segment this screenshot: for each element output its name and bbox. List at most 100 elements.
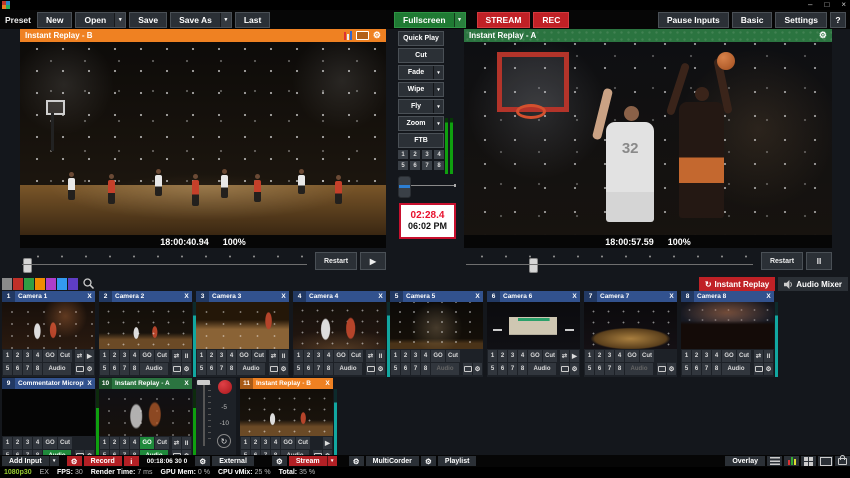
transition-number-button[interactable]: 2 — [595, 350, 604, 362]
transition-number-button[interactable]: 2 — [251, 437, 260, 449]
stream-indicator-button[interactable]: STREAM — [477, 12, 531, 28]
transition-number-button[interactable]: 1 — [682, 350, 691, 362]
transition-number-button[interactable]: 6 — [692, 363, 701, 375]
transition-number-button[interactable]: 2 — [110, 350, 119, 362]
monitor-icon[interactable] — [366, 363, 375, 375]
input-titlebar[interactable]: 11 Instant Replay - B X — [240, 378, 333, 389]
monitor-icon[interactable] — [754, 363, 763, 375]
overlay-button[interactable]: Overlay — [725, 456, 765, 466]
gear-icon[interactable]: ⚙ — [376, 363, 385, 375]
transition-number-button[interactable]: 3 — [23, 437, 32, 449]
transition-number-button[interactable]: 3 — [314, 350, 323, 362]
close-icon[interactable]: X — [181, 380, 192, 387]
color-swatch[interactable] — [46, 278, 56, 290]
go-button[interactable]: GO — [722, 350, 736, 362]
transition-number-button[interactable]: 8 — [227, 363, 236, 375]
play-icon[interactable]: ▶ — [323, 437, 332, 449]
add-input-button[interactable]: Add Input▾ — [2, 456, 59, 466]
transition-number-button[interactable]: 5 — [294, 363, 303, 375]
transition-number-button[interactable]: 7 — [314, 363, 323, 375]
audio-meters-icon[interactable] — [784, 456, 799, 466]
open-button[interactable]: Open▾ — [75, 12, 126, 28]
input-tile[interactable]: 11 Instant Replay - B X 1234GOCut▶ 5678A… — [240, 378, 333, 464]
loop-icon[interactable]: ⇄ — [269, 350, 278, 362]
go-button[interactable]: GO — [43, 350, 57, 362]
fullscreen-dropdown[interactable]: ▾ — [454, 13, 465, 27]
transition-number-button[interactable]: 5 — [585, 363, 594, 375]
loop-icon[interactable]: ⇄ — [172, 437, 181, 449]
transition-number-button[interactable]: 6 — [110, 363, 119, 375]
audio-button[interactable]: Audio — [528, 363, 556, 375]
cut-button[interactable]: Cut — [252, 350, 266, 362]
input-tile[interactable]: 1 Camera 1 X 1234GOCut⇄▶ 5678Audio⚙ — [2, 291, 95, 377]
transition-number-button[interactable]: 3 — [120, 437, 129, 449]
color-swatch[interactable] — [24, 278, 34, 290]
transition-number-button[interactable]: 3 — [702, 350, 711, 362]
input-titlebar[interactable]: 4 Camera 4 X — [293, 291, 386, 302]
loop-icon[interactable]: ⇄ — [366, 350, 375, 362]
fly-button[interactable]: Fly▾ — [398, 99, 444, 114]
zoom-button[interactable]: Zoom▾ — [398, 116, 444, 131]
transition-number-button[interactable]: 1 — [391, 350, 400, 362]
settings-button[interactable]: Settings — [775, 12, 827, 28]
open-dropdown[interactable]: ▾ — [114, 13, 125, 27]
save-button[interactable]: Save — [129, 12, 167, 28]
color-swatch[interactable] — [57, 278, 67, 290]
transition-number-button[interactable]: 4 — [33, 437, 42, 449]
transition-number-button[interactable]: 2 — [207, 350, 216, 362]
transition-number-button[interactable]: 8 — [615, 363, 624, 375]
audio-button[interactable]: Audio — [43, 363, 71, 375]
fullscreen-monitor-icon[interactable] — [818, 456, 833, 466]
quick-play-button[interactable]: Quick Play — [398, 31, 444, 46]
transition-number-button[interactable]: 1 — [3, 350, 12, 362]
transition-number-button[interactable]: 7 — [702, 363, 711, 375]
transition-number-button[interactable]: 3 — [508, 350, 517, 362]
transition-number-button[interactable]: 3 — [411, 350, 420, 362]
pause-icon[interactable]: II — [279, 350, 288, 362]
pause-icon[interactable]: II — [376, 350, 385, 362]
transition-number-button[interactable]: 7 — [605, 363, 614, 375]
input-titlebar[interactable]: 5 Camera 5 X — [390, 291, 483, 302]
pause-button[interactable]: II — [806, 252, 832, 270]
transition-number-button[interactable]: 5 — [197, 363, 206, 375]
transition-number-button[interactable]: 8 — [421, 363, 430, 375]
monitor-icon[interactable] — [356, 31, 369, 40]
input-titlebar[interactable]: 3 Camera 3 X — [196, 291, 289, 302]
instant-replay-button[interactable]: ↻ Instant Replay — [699, 277, 775, 291]
monitor-icon[interactable] — [269, 363, 278, 375]
transition-6[interactable]: 6 — [410, 161, 420, 170]
color-swatch[interactable] — [13, 278, 23, 290]
basic-button[interactable]: Basic — [732, 12, 773, 28]
audio-button[interactable]: Audio — [722, 363, 750, 375]
input-tile[interactable]: 3 Camera 3 X 1234GOCut⇄II 5678Audio⚙ — [196, 291, 289, 377]
last-button[interactable]: Last — [235, 12, 270, 28]
go-button[interactable]: GO — [431, 350, 445, 362]
transition-number-button[interactable]: 5 — [100, 363, 109, 375]
transition-number-button[interactable]: 3 — [120, 350, 129, 362]
fader-handle[interactable] — [197, 380, 210, 385]
input-thumbnail[interactable] — [390, 302, 483, 349]
go-button[interactable]: GO — [625, 350, 639, 362]
transition-number-button[interactable]: 8 — [518, 363, 527, 375]
transition-number-button[interactable]: 8 — [324, 363, 333, 375]
input-tile[interactable]: 2 Camera 2 X 1234GOCut⇄II 5678Audio⚙ — [99, 291, 192, 377]
close-button[interactable]: × — [841, 0, 846, 10]
reset-volume-icon[interactable]: ↻ — [217, 434, 231, 448]
loop-icon[interactable]: ⇄ — [75, 350, 84, 362]
input-thumbnail[interactable] — [240, 389, 333, 436]
pause-icon[interactable]: II — [182, 437, 191, 449]
cut-button[interactable]: Cut — [155, 350, 169, 362]
transition-number-button[interactable]: 5 — [391, 363, 400, 375]
go-button[interactable]: GO — [43, 437, 57, 449]
cut-button[interactable]: Cut — [155, 437, 169, 449]
playlist-gear-icon[interactable]: ⚙ — [421, 456, 436, 466]
cut-button[interactable]: Cut — [446, 350, 460, 362]
seek-track[interactable] — [466, 252, 753, 270]
close-icon[interactable]: X — [763, 293, 774, 300]
go-button[interactable]: GO — [140, 350, 154, 362]
tbar-handle[interactable] — [398, 176, 411, 198]
transition-number-button[interactable]: 1 — [3, 437, 12, 449]
gear-icon[interactable]: ⚙ — [85, 363, 94, 375]
play-icon[interactable]: ▶ — [85, 350, 94, 362]
go-button[interactable]: GO — [140, 437, 154, 449]
